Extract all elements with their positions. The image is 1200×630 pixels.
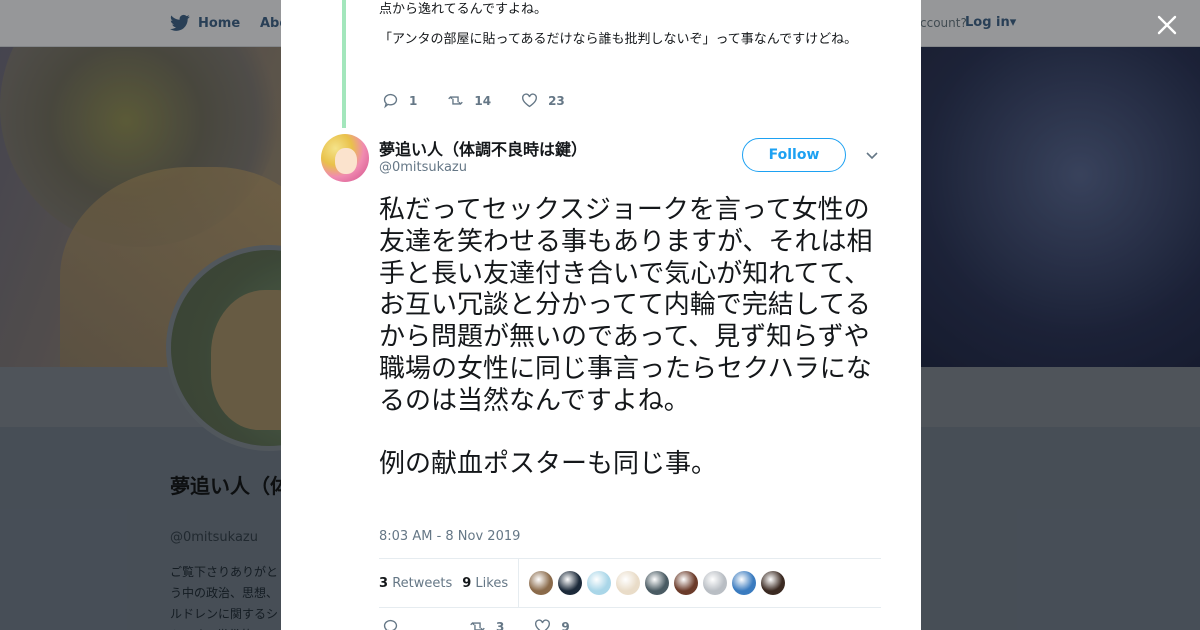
liker-avatar[interactable]: [761, 571, 786, 595]
like-button[interactable]: 9: [534, 618, 570, 630]
login-button[interactable]: Log in▾: [965, 15, 1016, 30]
likes-stat[interactable]: 9 Likes: [462, 576, 508, 591]
liker-avatar[interactable]: [529, 571, 554, 595]
close-modal-button[interactable]: [1150, 8, 1184, 42]
tweet-stats: 3 Retweets 9 Likes: [379, 558, 881, 608]
previous-tweet[interactable]: 点から逸れてるんですよね。 「アンタの部屋に貼ってあるだけなら誰も批判しないぞ」…: [281, 0, 921, 128]
reply-icon: [383, 619, 398, 630]
likes-count: 9: [462, 575, 472, 591]
follow-button[interactable]: Follow: [742, 138, 846, 172]
tweet-timestamp[interactable]: 8:03 AM - 8 Nov 2019: [379, 529, 520, 544]
tweet-paragraph: 例の献血ポスターも同じ事。: [379, 449, 718, 480]
previous-tweet-line: 点から逸れてるんですよね。: [379, 2, 547, 17]
likes-label: Likes: [475, 575, 509, 591]
liker-avatar[interactable]: [703, 571, 728, 595]
profile-bio: ご覧下さりありがとう中の政治、思想、ルドレンに関するシトです。世俗的: [170, 565, 279, 630]
retweet-count: 14: [474, 93, 492, 108]
chevron-down-icon: [866, 152, 878, 160]
have-account-text: ccount?: [920, 16, 967, 30]
tweet-header: 夢追い人（体調不良時は鍵） @0mitsukazu Follow: [281, 128, 921, 188]
liker-avatar[interactable]: [645, 571, 670, 595]
retweet-count: 3: [496, 619, 505, 630]
heart-icon: [535, 619, 551, 630]
like-count: 9: [561, 619, 570, 630]
author-name[interactable]: 夢追い人（体調不良時は鍵）: [379, 136, 587, 160]
stats-divider: [518, 559, 520, 607]
reply-count: 1: [409, 93, 418, 108]
caret-down-icon: ▾: [1009, 15, 1017, 30]
retweet-button[interactable]: 14: [447, 92, 491, 109]
retweet-button[interactable]: 3: [469, 618, 504, 630]
retweets-label: Retweets: [392, 575, 453, 591]
banner-art-sky: [900, 47, 1200, 367]
retweet-icon: [470, 622, 485, 630]
tweet-paragraph: 私だってセックスジョークを言って女性の友達を笑わせる事もありますが、それは相手と…: [379, 195, 873, 416]
follow-label: Follow: [768, 147, 820, 163]
tweet-text: 私だってセックスジョークを言って女性の友達を笑わせる事もありますが、それは相手と…: [379, 195, 884, 481]
liker-avatar[interactable]: [616, 571, 641, 595]
like-button[interactable]: 23: [521, 92, 565, 109]
like-count: 23: [548, 93, 565, 108]
liker-avatars: [529, 571, 786, 595]
home-link[interactable]: Home: [170, 14, 240, 32]
previous-tweet-line: 「アンタの部屋に貼ってあるだけなら誰も批判しないぞ」って事なんですけどね。: [379, 32, 858, 47]
reply-button[interactable]: [382, 618, 399, 630]
thread-connector-line: [342, 0, 346, 128]
author-avatar[interactable]: [321, 134, 369, 182]
liker-avatar[interactable]: [558, 571, 583, 595]
liker-avatar[interactable]: [674, 571, 699, 595]
tweet-modal: 点から逸れてるんですよね。 「アンタの部屋に貼ってあるだけなら誰も批判しないぞ」…: [281, 0, 921, 630]
reply-icon: [383, 93, 398, 109]
retweets-stat[interactable]: 3 Retweets: [379, 576, 452, 591]
liker-avatar[interactable]: [587, 571, 612, 595]
close-icon: [1157, 15, 1177, 35]
previous-tweet-actions: 1 14 23: [382, 92, 595, 109]
twitter-bird-icon: [170, 14, 190, 32]
reply-button[interactable]: 1: [382, 92, 417, 109]
home-label: Home: [198, 15, 241, 31]
liker-avatar[interactable]: [732, 571, 757, 595]
previous-tweet-text: 点から逸れてるんですよね。 「アンタの部屋に貼ってあるだけなら誰も批判しないぞ」…: [379, 0, 879, 60]
avatar-face: [335, 148, 357, 174]
profile-handle[interactable]: @0mitsukazu: [170, 530, 258, 545]
retweet-icon: [448, 96, 464, 105]
login-label: Log in: [965, 15, 1010, 30]
tweet-actions: 3 9: [382, 618, 600, 630]
profile-name: 夢追い人（体調不良時は鍵）: [170, 474, 282, 498]
heart-icon: [522, 93, 538, 108]
tweet-menu-button[interactable]: [865, 148, 881, 164]
retweets-count: 3: [379, 575, 389, 591]
author-handle[interactable]: @0mitsukazu: [379, 160, 467, 175]
